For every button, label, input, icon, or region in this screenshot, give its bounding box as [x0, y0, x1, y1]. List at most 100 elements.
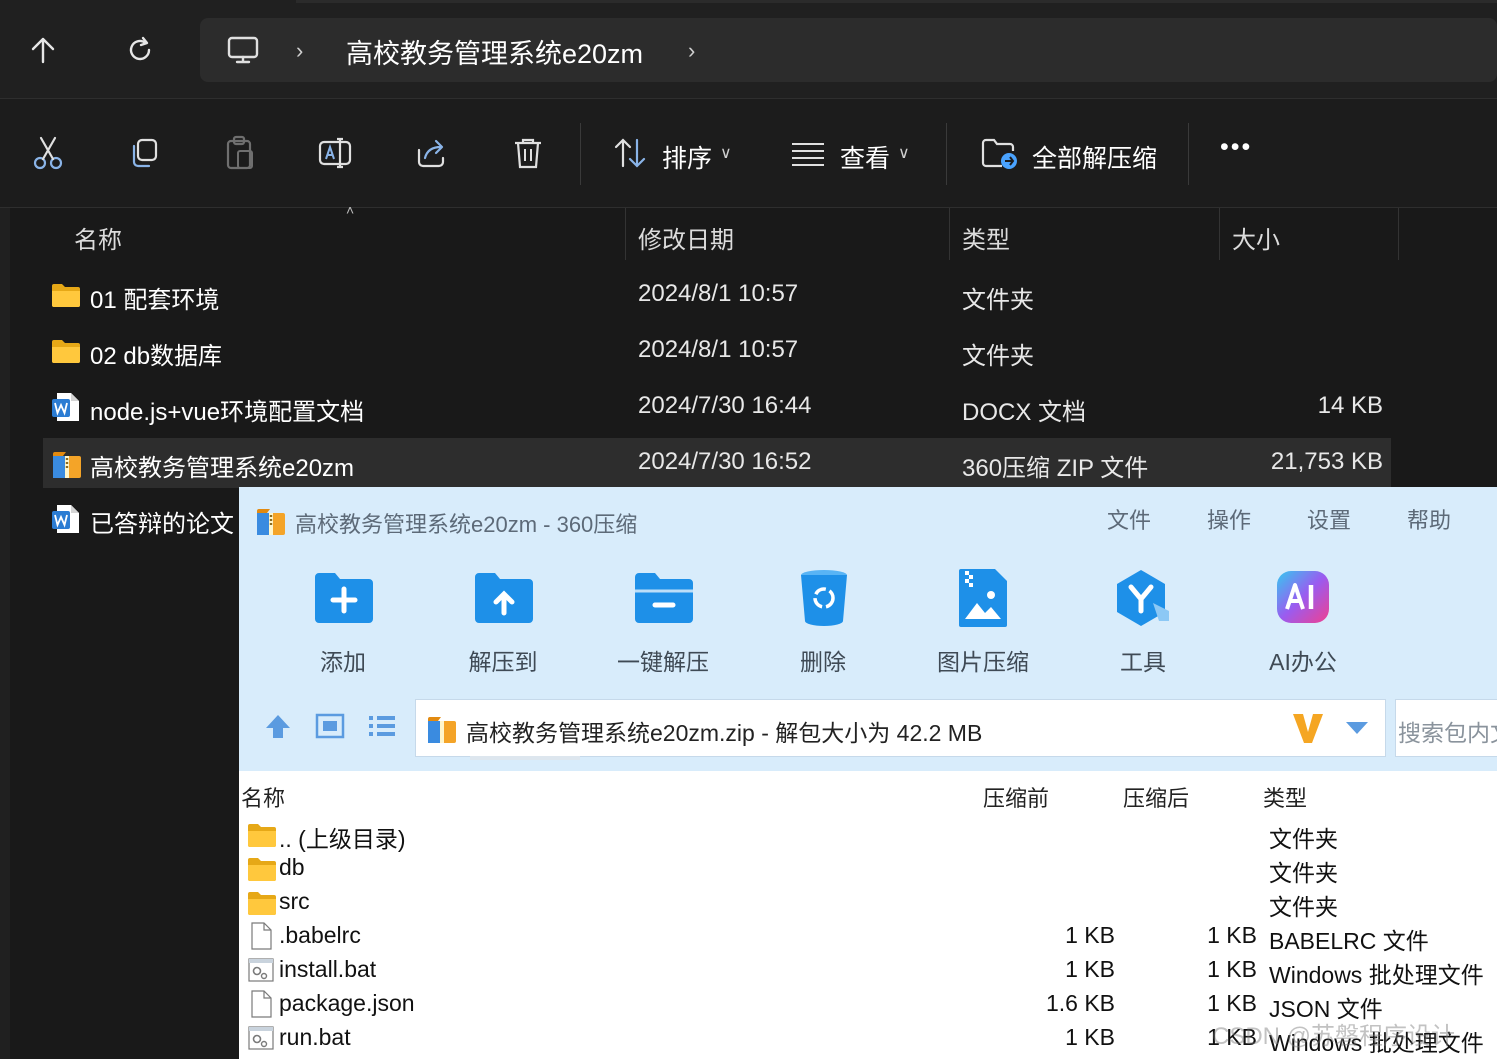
file-name: node.js+vue环境配置文档 — [90, 399, 365, 426]
breadcrumb-current[interactable]: 高校教务管理系统e20zm — [346, 32, 643, 71]
thumbnail-view-icon[interactable] — [313, 709, 347, 743]
entry-name: .. (上级目录) — [279, 826, 406, 852]
chevron-right-icon[interactable]: › — [296, 38, 303, 64]
column-header-type[interactable]: 类型 — [1263, 781, 1307, 813]
file-modified: 2024/8/1 10:57 — [638, 336, 799, 363]
search-placeholder: 搜索包内文 — [1398, 720, 1497, 746]
image-compress-label: 图片压缩 — [937, 649, 1029, 675]
archive-path-text: 高校教务管理系统e20zm.zip - 解包大小为 42.2 MB — [466, 720, 983, 746]
zip-archive-icon — [51, 448, 81, 478]
extract-to-button[interactable]: 解压到 — [433, 567, 573, 677]
command-bar: 排序 ∨ 查看 ∨ 全部解压缩 ••• — [0, 98, 1497, 208]
toolbar-divider — [580, 123, 581, 185]
tools-button[interactable]: 工具 — [1073, 567, 1213, 677]
list-view-icon[interactable] — [365, 709, 399, 743]
progress-track — [470, 756, 580, 760]
entry-name: db — [279, 854, 305, 880]
extract-all-icon[interactable] — [980, 133, 1020, 173]
entry-size-before: 1 KB — [1065, 1024, 1115, 1050]
rename-icon[interactable] — [316, 133, 356, 173]
menu-help[interactable]: 帮助 — [1407, 503, 1451, 535]
go-up-icon[interactable] — [261, 709, 295, 743]
this-pc-icon[interactable] — [226, 33, 260, 67]
column-header-name[interactable]: 名称 — [241, 781, 285, 813]
file-row[interactable]: 高校教务管理系统e20zm 2024/7/30 16:52 360压缩 ZIP 文件… — [43, 438, 1391, 488]
column-header-name[interactable]: 名称 — [74, 220, 122, 255]
folder-icon — [51, 280, 81, 310]
entry-name: run.bat — [279, 1024, 351, 1050]
navigation-pane — [0, 208, 10, 1059]
up-arrow-icon[interactable] — [21, 28, 65, 72]
entry-size-after: 1 KB — [1207, 990, 1257, 1016]
archive-entry-row[interactable]: install.bat 1 KB 1 KB Windows 批处理文件 — [239, 953, 1497, 988]
column-header-modified[interactable]: 修改日期 — [638, 220, 734, 255]
file-name: 已答辩的论文 — [90, 511, 234, 538]
file-modified: 2024/8/1 10:57 — [638, 280, 799, 307]
column-divider[interactable] — [1398, 208, 1399, 260]
folder-icon — [51, 336, 81, 366]
chevron-right-icon[interactable]: › — [688, 38, 695, 64]
archive-entry-row[interactable]: db 文件夹 — [239, 851, 1497, 886]
breadcrumb[interactable]: › 高校教务管理系统e20zm › — [200, 18, 1497, 82]
entry-type: Windows 批处理文件 — [1269, 962, 1484, 988]
column-divider[interactable] — [1219, 208, 1220, 260]
archive-path-box[interactable]: 高校教务管理系统e20zm.zip - 解包大小为 42.2 MB — [415, 699, 1386, 760]
sort-button[interactable]: 排序 — [662, 139, 712, 175]
copy-icon[interactable] — [124, 133, 164, 173]
security-check-icon[interactable] — [1290, 710, 1326, 746]
batch-file-icon — [247, 956, 275, 984]
entry-size-after: 1 KB — [1207, 922, 1257, 948]
file-type: 文件夹 — [962, 343, 1034, 370]
column-header-size[interactable]: 大小 — [1232, 220, 1280, 255]
file-name: 高校教务管理系统e20zm — [90, 455, 355, 482]
archive-entry-row[interactable]: .babelrc 1 KB 1 KB BABELRC 文件 — [239, 919, 1497, 954]
view-list-icon[interactable] — [788, 133, 828, 173]
column-header-type[interactable]: 类型 — [962, 220, 1010, 255]
blank-file-icon — [247, 922, 275, 950]
chevron-down-icon[interactable]: ∨ — [898, 143, 910, 163]
sort-ascending-icon: ˄ — [346, 202, 355, 218]
refresh-icon[interactable] — [118, 28, 162, 72]
archive-entry-row[interactable]: src 文件夹 — [239, 885, 1497, 920]
tools-icon — [1113, 567, 1175, 629]
chevron-down-icon[interactable]: ∨ — [720, 143, 732, 163]
one-click-extract-icon — [633, 567, 695, 629]
column-divider[interactable] — [949, 208, 950, 260]
add-button[interactable]: 添加 — [273, 567, 413, 677]
delete-button[interactable]: 删除 — [753, 567, 893, 677]
delete-icon[interactable] — [508, 133, 548, 173]
sort-icon[interactable] — [610, 133, 650, 173]
file-row[interactable]: 02 db数据库 2024/8/1 10:57 文件夹 — [43, 326, 1391, 376]
cut-icon[interactable] — [28, 133, 68, 173]
more-options-button[interactable]: ••• — [1220, 133, 1252, 162]
toolbar-divider — [1188, 123, 1189, 185]
paste-icon[interactable] — [220, 133, 260, 173]
column-header-before[interactable]: 压缩前 — [983, 781, 1049, 813]
extract-all-button[interactable]: 全部解压缩 — [1032, 139, 1157, 175]
column-divider[interactable] — [625, 208, 626, 260]
file-row[interactable]: 01 配套环境 2024/8/1 10:57 文件夹 — [43, 270, 1391, 320]
view-button[interactable]: 查看 — [840, 139, 890, 175]
file-name: 01 配套环境 — [90, 287, 220, 314]
file-type: 360压缩 ZIP 文件 — [962, 455, 1149, 482]
ai-office-button[interactable]: AI办公 — [1233, 567, 1373, 677]
image-compress-button[interactable]: 图片压缩 — [913, 567, 1053, 677]
menu-settings[interactable]: 设置 — [1307, 503, 1351, 535]
menu-operate[interactable]: 操作 — [1207, 503, 1251, 535]
search-input[interactable]: 搜索包内文 — [1395, 699, 1497, 757]
archive-entry-row[interactable]: .. (上级目录) 文件夹 — [239, 817, 1497, 852]
one-click-extract-button[interactable]: 一键解压 — [593, 567, 733, 677]
ai-office-label: AI办公 — [1269, 649, 1337, 675]
entry-type: 文件夹 — [1269, 826, 1338, 852]
ai-office-icon — [1273, 567, 1335, 629]
entry-size-after: 1 KB — [1207, 956, 1257, 982]
column-header-after[interactable]: 压缩后 — [1123, 781, 1189, 813]
dropdown-arrow-icon[interactable] — [1344, 720, 1370, 736]
image-compress-icon — [953, 567, 1015, 629]
file-row[interactable]: node.js+vue环境配置文档 2024/7/30 16:44 DOCX 文档 1… — [43, 382, 1391, 432]
entry-type: 文件夹 — [1269, 894, 1338, 920]
share-icon[interactable] — [412, 133, 452, 173]
zip-archive-icon — [255, 505, 287, 537]
menu-file[interactable]: 文件 — [1107, 503, 1151, 535]
file-type: DOCX 文档 — [962, 399, 1087, 426]
